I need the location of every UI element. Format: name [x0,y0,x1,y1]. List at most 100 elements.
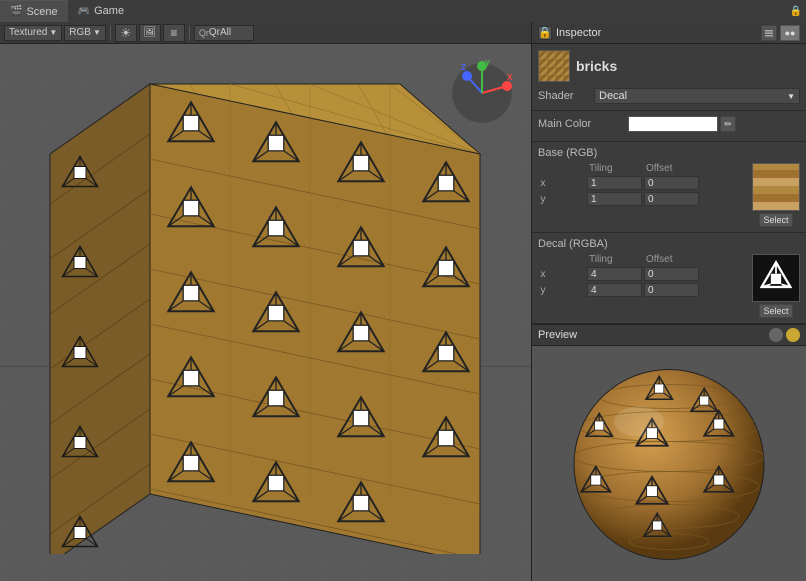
base-rgb-section: Base (RGB) Tiling Offset x [532,142,806,233]
app-root: 🎬 Scene 🎮 Game 🔒 Textured ▼ RGB ▼ [0,0,806,581]
decal-rgba-section: Decal (RGBA) Tiling Offset x [532,233,806,324]
base-x-key: x [538,178,548,189]
inspector-menu-icon-1[interactable] [761,25,777,41]
preview-dot-gray[interactable] [769,328,783,342]
shading-dropdown[interactable]: Textured ▼ [4,25,62,41]
tab-scene[interactable]: 🎬 Scene [0,0,68,22]
toolbar-divider-2 [189,26,190,40]
svg-text:Y: Y [485,59,491,68]
decal-offset-y[interactable] [644,283,699,297]
decal-offset-x[interactable] [644,267,699,281]
base-texture-thumbnail[interactable] [752,163,800,211]
main-color-label: Main Color [538,118,628,130]
axis-gizmo: Z X Y [447,58,517,128]
toolbar-divider-1 [110,26,111,40]
base-offset-x[interactable] [644,176,699,190]
base-offset-y[interactable] [644,192,699,206]
scene-tab-icon: 🎬 [10,6,22,17]
inspector-lock-icon: 🔒 [538,26,552,40]
eyedropper-icon: ✏ [724,119,732,130]
shader-label: Shader [538,90,588,102]
shader-chevron-icon: ▼ [787,92,795,101]
eyedropper-button[interactable]: ✏ [720,116,736,132]
decal-x-row: x [538,267,748,281]
decal-tiling-header-spacer [550,254,585,265]
preview-section: Preview [532,324,806,581]
decal-y-key: y [538,285,548,296]
inspector-panel: 🔒 Inspector ●● bricks [531,22,806,581]
base-rgb-label: Base (RGB) [538,147,800,159]
decal-rgba-label: Decal (RGBA) [538,238,800,250]
inspector-header: 🔒 Inspector ●● [532,22,806,44]
layers-icon-btn[interactable]: ≡ [163,24,185,42]
decal-header-row: Tiling Offset [538,254,748,265]
sun-icon: ☀ [120,26,131,40]
decal-select-button[interactable]: Select [759,304,792,318]
channel-label: RGB [69,27,91,38]
scene-tab-label: Scene [26,6,57,18]
decal-tiling-y[interactable] [587,283,642,297]
preview-dot-yellow[interactable] [786,328,800,342]
tab-bar: 🎬 Scene 🎮 Game 🔒 [0,0,806,22]
base-tiling-x[interactable] [587,176,642,190]
base-texture-row: Tiling Offset x y [538,163,800,227]
preview-sphere-svg [554,356,784,571]
decal-texture-thumbnail[interactable] [752,254,800,302]
base-y-key: y [538,194,548,205]
inspector-dots-icon: ●● [785,28,796,38]
base-texture-fields: Tiling Offset x y [538,163,748,208]
material-section: bricks Shader Decal ▼ [532,44,806,111]
base-tiling-y[interactable] [587,192,642,206]
decal-texture-thumb-group: Select [752,254,800,318]
main-color-section: Main Color ✏ [532,111,806,142]
material-header: bricks [538,50,800,82]
preview-viewport[interactable] [532,346,806,581]
base-y-row: y [538,192,748,206]
game-tab-icon: 🎮 [78,6,90,17]
base-texture-thumb-group: Select [752,163,800,227]
main-color-row: Main Color ✏ [538,116,800,132]
decal-unity-logo [758,260,794,296]
svg-text:X: X [507,73,513,82]
decal-texture-fields: Tiling Offset x y [538,254,748,299]
decal-offset-header: Offset [644,254,699,265]
inspector-icon-group: ●● [761,25,800,41]
shader-value: Decal [599,90,627,102]
layers-icon: ≡ [170,26,177,40]
main-area: Textured ▼ RGB ▼ ☀ 🖼 ≡ [0,22,806,581]
scene-panel: Textured ▼ RGB ▼ ☀ 🖼 ≡ [0,22,531,581]
inspector-menu-icon-2[interactable]: ●● [780,25,800,41]
channel-chevron-icon: ▼ [93,28,101,37]
base-select-button[interactable]: Select [759,213,792,227]
decal-tiling-x[interactable] [587,267,642,281]
search-box[interactable]: Qr [194,25,254,41]
preview-title-label: Preview [538,329,769,341]
material-info: bricks [576,58,617,74]
preview-header: Preview [532,324,806,346]
svg-text:Z: Z [461,63,466,72]
base-tiling-header: Tiling [587,163,642,174]
color-swatch[interactable] [628,116,718,132]
material-thumbnail [538,50,570,82]
material-shader-row: Shader Decal ▼ [538,88,800,104]
scene-toolbar: Textured ▼ RGB ▼ ☀ 🖼 ≡ [0,22,531,44]
base-tiling-header-spacer [550,163,585,174]
base-x-row: x [538,176,748,190]
shading-chevron-icon: ▼ [49,28,57,37]
decal-y-row: y [538,283,748,297]
shading-label: Textured [9,27,47,38]
inspector-title-label: Inspector [556,27,761,39]
scene-viewport[interactable]: Z X Y [0,44,531,581]
search-input[interactable] [209,27,249,38]
sun-icon-btn[interactable]: ☀ [115,24,137,42]
game-tab-label: Game [94,5,124,17]
image-icon-btn[interactable]: 🖼 [139,24,161,42]
tab-game[interactable]: 🎮 Game [68,0,134,22]
tab-bar-lock-icon: 🔒 [790,6,802,17]
preview-controls [769,328,800,342]
search-prefix-icon: Qr [199,28,209,38]
material-name: bricks [576,58,617,74]
decal-x-key: x [538,269,548,280]
channel-dropdown[interactable]: RGB ▼ [64,25,106,41]
shader-dropdown[interactable]: Decal ▼ [594,88,800,104]
